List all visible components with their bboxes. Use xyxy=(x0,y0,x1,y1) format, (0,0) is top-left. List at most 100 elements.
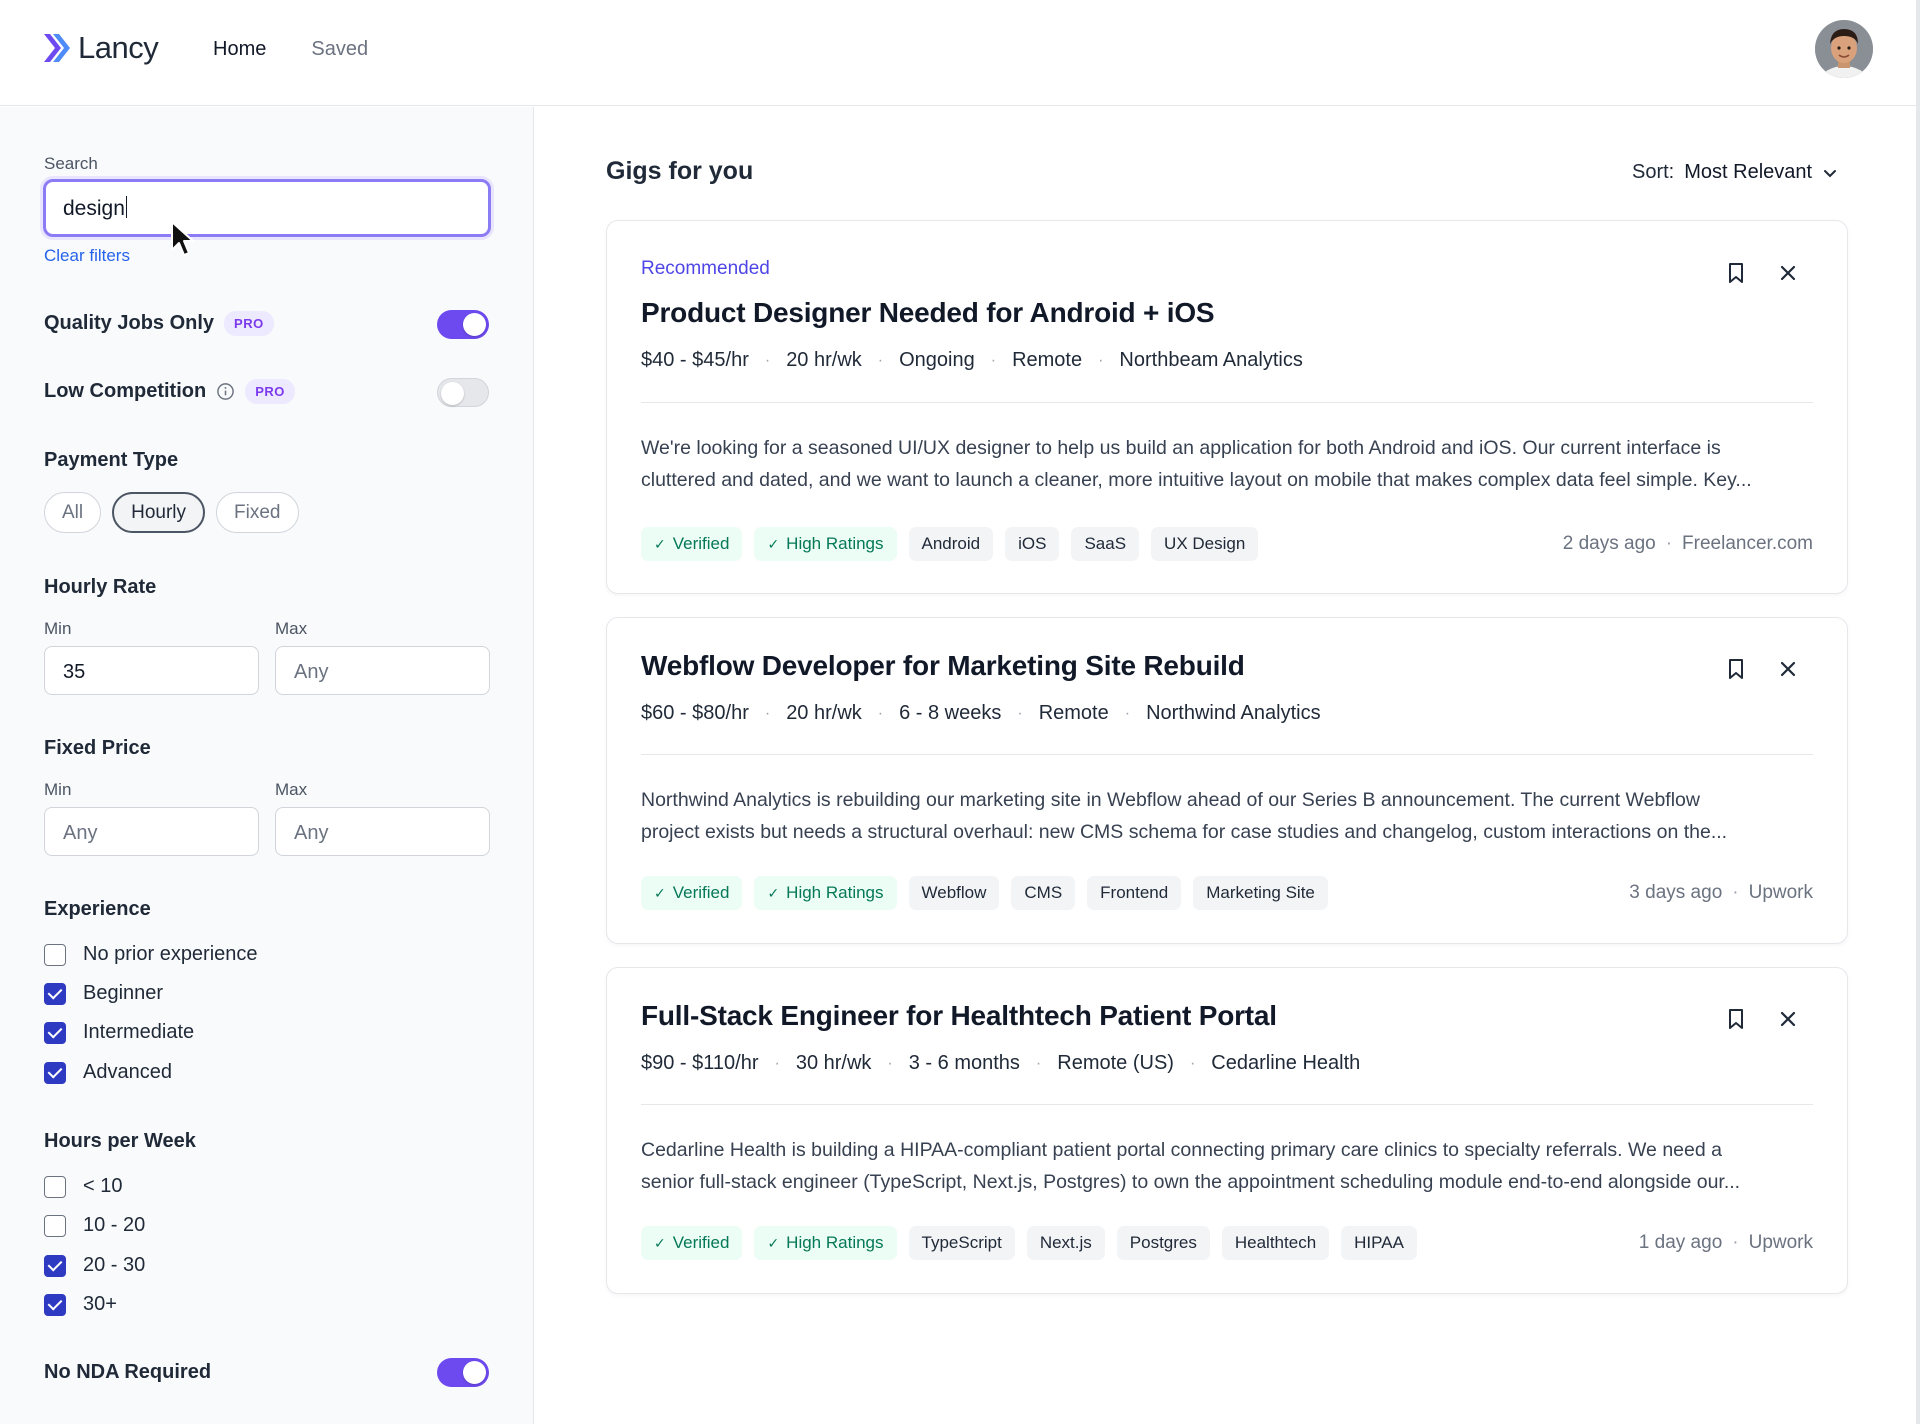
sort-dropdown[interactable]: Sort: Most Relevant xyxy=(1632,161,1838,184)
avatar[interactable] xyxy=(1815,20,1873,78)
hourly-min-input[interactable]: 35 xyxy=(44,646,259,695)
low-competition-toggle[interactable] xyxy=(437,378,489,407)
gig-duration: 3 - 6 months xyxy=(908,1052,1020,1074)
skill-tag[interactable]: HIPAA xyxy=(1341,1226,1417,1260)
low-competition-row: Low Competition PRO xyxy=(44,379,295,404)
recommended-badge: Recommended xyxy=(641,258,770,279)
checkbox-label: 10 - 20 xyxy=(83,1214,146,1236)
posted-time: 3 days ago xyxy=(1629,882,1723,903)
check-icon: ✓ xyxy=(654,1234,666,1251)
gig-rate: $40 - $45/hr xyxy=(641,349,749,371)
logo[interactable]: Lancy xyxy=(42,30,159,66)
hours-option[interactable]: 20 - 30 xyxy=(44,1254,145,1277)
skill-tag[interactable]: Android xyxy=(908,527,994,561)
payment-fixed-pill[interactable]: Fixed xyxy=(216,492,299,533)
gig-location: Remote xyxy=(1038,702,1109,724)
payment-hourly-pill[interactable]: Hourly xyxy=(112,492,206,533)
gig-company: Northwind Analytics xyxy=(1146,702,1321,724)
clear-filters-link[interactable]: Clear filters xyxy=(44,246,130,266)
fixed-max-label: Max xyxy=(275,780,308,799)
chevron-down-icon xyxy=(1824,169,1837,177)
search-input[interactable]: design xyxy=(43,179,491,237)
posted-time: 1 day ago xyxy=(1638,1232,1723,1253)
gig-location: Remote xyxy=(1012,349,1083,371)
experience-option[interactable]: Beginner xyxy=(44,982,163,1005)
verified-badge: ✓ Verified xyxy=(641,527,743,561)
close-icon[interactable] xyxy=(1777,262,1799,284)
gig-location: Remote (US) xyxy=(1057,1052,1174,1074)
checkbox[interactable] xyxy=(44,1254,66,1277)
skill-tag[interactable]: Postgres xyxy=(1116,1226,1210,1260)
skill-tag[interactable]: UX Design xyxy=(1151,527,1259,561)
gig-meta: $60 - $80/hr · 20 hr/wk · 6 - 8 weeks · Rem… xyxy=(641,702,1321,724)
close-icon[interactable] xyxy=(1777,1008,1799,1030)
checkbox[interactable] xyxy=(44,1214,66,1237)
page-title: Gigs for you xyxy=(606,157,754,185)
fixed-max-input[interactable]: Any xyxy=(275,807,490,856)
check-icon: ✓ xyxy=(767,884,780,901)
checkbox[interactable] xyxy=(44,1021,66,1044)
gig-card[interactable]: Full-Stack Engineer for Healthtech Patie… xyxy=(606,967,1848,1294)
gig-hours: 20 hr/wk xyxy=(786,349,862,371)
skill-tag[interactable]: SaaS xyxy=(1071,527,1140,561)
gig-card[interactable]: Webflow Developer for Marketing Site Reb… xyxy=(606,617,1848,944)
experience-option[interactable]: No prior experience xyxy=(44,943,258,966)
check-icon: ✓ xyxy=(767,535,780,552)
skill-tag[interactable]: Frontend xyxy=(1087,876,1182,910)
low-competition-label: Low Competition xyxy=(44,380,207,402)
experience-option[interactable]: Intermediate xyxy=(44,1021,194,1044)
fixed-min-label: Min xyxy=(44,780,72,799)
skill-tag[interactable]: Webflow xyxy=(908,876,1000,910)
posted-time: 2 days ago xyxy=(1562,533,1656,554)
fixed-min-input[interactable]: Any xyxy=(44,807,259,856)
gig-card[interactable]: Recommended Product Designer Needed for … xyxy=(606,220,1848,594)
skill-tag[interactable]: TypeScript xyxy=(908,1226,1015,1260)
gig-description: Northwind Analytics is rebuilding our ma… xyxy=(641,789,1728,843)
skill-tag[interactable]: Marketing Site xyxy=(1193,876,1328,910)
payment-all-pill[interactable]: All xyxy=(44,492,102,533)
gig-meta: $40 - $45/hr · 20 hr/wk · Ongoing · Remote ·… xyxy=(641,349,1303,371)
bookmark-icon[interactable] xyxy=(1725,657,1747,681)
bookmark-icon[interactable] xyxy=(1725,261,1747,285)
gig-title[interactable]: Webflow Developer for Marketing Site Reb… xyxy=(641,650,1245,682)
bookmark-icon[interactable] xyxy=(1725,1007,1747,1031)
verified-badge: ✓ Verified xyxy=(641,876,743,910)
gig-source: 3 days ago · Upwork xyxy=(1629,882,1813,903)
skill-tag[interactable]: CMS xyxy=(1011,876,1076,910)
top-header: Lancy Home Saved xyxy=(0,0,1916,106)
gig-title[interactable]: Product Designer Needed for Android + iO… xyxy=(641,297,1215,329)
sort-value: Most Relevant xyxy=(1684,161,1813,183)
quality-jobs-toggle[interactable] xyxy=(437,310,489,339)
gig-source: 2 days ago · Freelancer.com xyxy=(1562,533,1813,554)
check-icon: ✓ xyxy=(767,1234,780,1251)
hours-option[interactable]: 30+ xyxy=(44,1293,117,1316)
experience-title: Experience xyxy=(44,898,151,920)
skill-tag[interactable]: Healthtech xyxy=(1221,1226,1330,1260)
nav-home[interactable]: Home xyxy=(213,38,266,61)
checkbox-label: < 10 xyxy=(83,1175,123,1197)
checkbox[interactable] xyxy=(44,1175,66,1198)
nav-saved[interactable]: Saved xyxy=(311,38,368,61)
divider xyxy=(641,402,1813,403)
gig-hours: 20 hr/wk xyxy=(786,702,862,724)
hourly-max-input[interactable]: Any xyxy=(275,646,490,695)
checkbox[interactable] xyxy=(44,982,66,1005)
hours-option[interactable]: 10 - 20 xyxy=(44,1214,145,1237)
experience-option[interactable]: Advanced xyxy=(44,1061,172,1084)
pro-badge: PRO xyxy=(224,311,274,336)
close-icon[interactable] xyxy=(1777,658,1799,680)
skill-tag[interactable]: iOS xyxy=(1005,527,1060,561)
skill-tag[interactable]: Next.js xyxy=(1026,1226,1105,1260)
checkbox[interactable] xyxy=(44,1293,66,1316)
checkbox[interactable] xyxy=(44,943,66,966)
checkbox[interactable] xyxy=(44,1061,66,1084)
hours-option[interactable]: < 10 xyxy=(44,1175,122,1198)
quality-jobs-row: Quality Jobs Only PRO xyxy=(44,311,274,336)
divider xyxy=(641,754,1813,755)
quality-jobs-label: Quality Jobs Only xyxy=(44,312,215,334)
gig-title[interactable]: Full-Stack Engineer for Healthtech Patie… xyxy=(641,1000,1277,1032)
info-icon[interactable] xyxy=(216,382,235,401)
pro-badge: PRO xyxy=(245,379,295,404)
gig-company: Cedarline Health xyxy=(1211,1052,1361,1074)
no-nda-toggle[interactable] xyxy=(437,1358,489,1387)
